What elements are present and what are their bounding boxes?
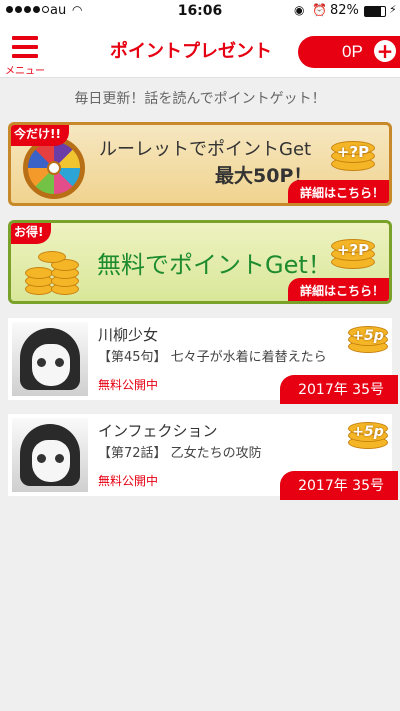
tagline: 毎日更新！話を読んでポイントゲット！ [74, 91, 326, 107]
coin-icon: +5p [348, 322, 388, 354]
page-title: ポイントプレゼント [110, 41, 272, 62]
points-balance: 0P [342, 42, 363, 61]
app-header: メニュー ポイントプレゼント 0P + [0, 22, 400, 78]
limited-time-badge: 今だけ!! [11, 125, 69, 146]
menu-button[interactable]: メニュー [5, 32, 45, 77]
manga-title: インフェクション [98, 422, 218, 440]
plus-icon: + [374, 40, 396, 62]
coin-bonus-text: +?P [336, 143, 370, 161]
manga-list-item[interactable]: 川柳少女 【第45句】 七々子が水着に着替えたら 無料公開中 +5p 2017年… [8, 318, 398, 404]
deal-badge: お得! [11, 223, 52, 244]
bonus-points: +5p [352, 424, 384, 440]
issue-label: 2017年 35号 [280, 471, 398, 500]
coin-icon: +5p [348, 418, 388, 450]
charging-icon: ⚡ [389, 3, 397, 16]
manga-thumbnail [12, 418, 88, 492]
detail-link[interactable]: 詳細はこちら！ [287, 278, 389, 301]
manga-title: 川柳少女 [98, 326, 159, 344]
episode-title: 【第45句】 七々子が水着に着替えたら [98, 350, 327, 365]
points-button[interactable]: 0P + [298, 36, 400, 68]
coin-bonus-text: +?P [336, 241, 370, 259]
detail-link[interactable]: 詳細はこちら！ [287, 180, 389, 203]
coin-icon: +?P [329, 135, 377, 175]
roulette-banner[interactable]: 今だけ!! ルーレットでポイントGet 最大50P！ +?P 詳細はこちら！ [8, 122, 392, 206]
free-status-label: 無料公開中 [98, 474, 159, 488]
episode-title: 【第72話】 乙女たちの攻防 [98, 446, 262, 461]
manga-thumbnail [12, 322, 88, 396]
battery-percent: 82% [330, 3, 359, 18]
coin-icon: +?P [329, 233, 377, 273]
rotation-lock-icon: ◉ [294, 3, 305, 17]
banner-headline: 無料でポイントGet！ [97, 251, 332, 279]
issue-label: 2017年 35号 [280, 375, 398, 404]
menu-label: メニュー [5, 66, 45, 77]
battery-icon [364, 6, 386, 17]
free-status-label: 無料公開中 [98, 378, 159, 392]
status-bar: au ◠ 16:06 ◉ ⏰ 82% ⚡ [0, 0, 400, 22]
hamburger-icon [12, 36, 38, 63]
alarm-icon: ⏰ [312, 3, 327, 17]
manga-list-item[interactable]: インフェクション 【第72話】 乙女たちの攻防 無料公開中 +5p 2017年 … [8, 414, 398, 500]
bonus-points: +5p [352, 328, 384, 344]
banner-headline: ルーレットでポイントGet [99, 139, 312, 160]
coin-stack-icon [21, 239, 85, 299]
free-points-banner[interactable]: お得! 無料でポイントGet！ +?P 詳細はこちら！ [8, 220, 392, 304]
